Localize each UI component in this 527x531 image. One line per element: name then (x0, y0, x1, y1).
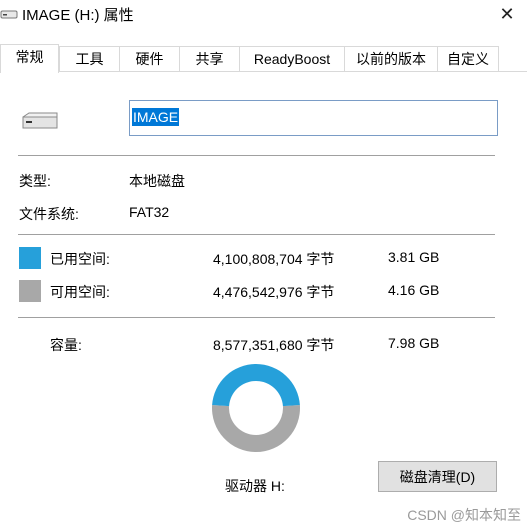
drive-icon (0, 10, 18, 19)
volume-name-text: IMAGE (132, 108, 180, 126)
used-space-swatch (19, 247, 41, 269)
drive-icon (22, 112, 58, 129)
divider (18, 234, 495, 235)
tab-previous-versions[interactable]: 以前的版本 (344, 46, 438, 72)
free-space-arc (212, 404, 300, 452)
capacity-size: 7.98 GB (388, 335, 440, 351)
used-space-arc (212, 363, 300, 407)
tab-hardware[interactable]: 硬件 (119, 46, 180, 72)
free-space-swatch (19, 280, 41, 302)
tab-general[interactable]: 常规 (0, 44, 59, 73)
tab-sharing[interactable]: 共享 (179, 46, 240, 72)
free-space-label: 可用空间: (50, 284, 110, 300)
type-value: 本地磁盘 (129, 173, 185, 189)
tab-customize[interactable]: 自定义 (437, 46, 499, 72)
tab-tools[interactable]: 工具 (59, 46, 120, 72)
free-space-size: 4.16 GB (388, 282, 440, 298)
capacity-label: 容量: (50, 337, 82, 353)
type-label: 类型: (19, 173, 51, 189)
used-space-size: 3.81 GB (388, 249, 440, 265)
filesystem-label: 文件系统: (19, 206, 79, 222)
watermark: CSDN @知本知至 (407, 507, 521, 523)
usage-donut-chart (212, 363, 300, 452)
divider (18, 317, 495, 318)
divider (18, 155, 495, 156)
filesystem-value: FAT32 (129, 204, 170, 220)
close-button[interactable]: ✕ (487, 0, 527, 28)
used-space-bytes: 4,100,808,704 字节 (213, 251, 335, 267)
volume-name-input[interactable]: IMAGE (129, 100, 498, 136)
tab-strip: 常规 工具 硬件 共享 ReadyBoost 以前的版本 自定义 (0, 44, 527, 73)
drive-letter-label: 驱动器 H: (225, 478, 285, 494)
disk-cleanup-button[interactable]: 磁盘清理(D) (378, 461, 497, 492)
tab-readyboost[interactable]: ReadyBoost (239, 46, 345, 72)
free-space-bytes: 4,476,542,976 字节 (213, 284, 335, 300)
used-space-label: 已用空间: (50, 251, 110, 267)
window-title: IMAGE (H:) 属性 (22, 7, 134, 24)
capacity-bytes: 8,577,351,680 字节 (213, 337, 335, 353)
title-bar: IMAGE (H:) 属性 ✕ (0, 0, 527, 28)
